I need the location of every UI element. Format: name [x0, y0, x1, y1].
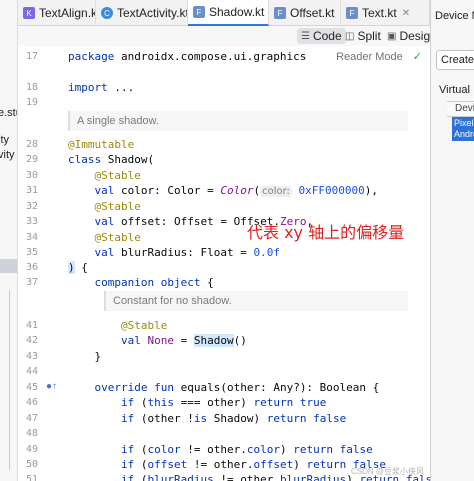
code-line: val color: Color = Color(color: 0xFF0000…	[94, 184, 379, 197]
line-number: 50	[25, 459, 38, 470]
code-line: @Stable	[94, 231, 141, 244]
line-number: 51	[25, 474, 38, 481]
line-number: 46	[25, 397, 38, 408]
line-number: 41	[25, 320, 38, 331]
code-line: import ...	[68, 81, 135, 94]
project-item[interactable]: vity	[0, 149, 15, 161]
line-number: 36	[25, 262, 38, 273]
kotlin-file-icon: F	[274, 7, 286, 19]
project-item[interactable]: ity	[0, 134, 9, 146]
tab-label: Offset.kt	[290, 6, 335, 20]
code-line: @Immutable	[68, 138, 135, 151]
code-line: if (this === other) return true	[120, 396, 327, 409]
tab-virtual[interactable]: Virtual	[439, 84, 470, 96]
line-number: 37	[25, 277, 38, 288]
panel-title: Device Ma	[435, 10, 474, 22]
tab-text[interactable]: F Text.kt ✕	[341, 0, 430, 26]
line-number: 48	[25, 428, 38, 439]
line-number: 18	[25, 82, 38, 93]
line-number: 28	[25, 139, 38, 150]
device-row-selected[interactable]: Pixel Andro	[452, 117, 474, 141]
tab-textalign[interactable]: K TextAlign.kt ✕	[18, 0, 96, 26]
tab-label: TextActivity.kt	[117, 6, 188, 20]
code-line: @Stable	[94, 200, 141, 213]
line-number: 17	[25, 51, 38, 62]
device-column-header[interactable]: Devi	[447, 101, 474, 117]
code-icon: ☰	[301, 30, 310, 42]
tab-offset[interactable]: F Offset.kt ✕	[269, 0, 341, 26]
editor-tab-bar: K TextAlign.kt ✕ C TextActivity.kt ✕ F S…	[18, 0, 430, 26]
compose-file-icon: K	[23, 7, 35, 19]
tab-label: TextAlign.kt	[39, 6, 96, 20]
code-line: val blurRadius: Float = 0.0f	[94, 246, 280, 259]
kotlin-file-icon: F	[346, 7, 358, 19]
design-icon: ▣	[387, 30, 397, 42]
line-number: 47	[25, 413, 38, 424]
doc-comment: A single shadow.	[68, 111, 408, 131]
project-tree-panel[interactable]: e.stu ity vity	[0, 0, 18, 481]
kotlin-file-icon: F	[193, 6, 205, 18]
parameter-hint: color:	[260, 186, 292, 197]
device-manager-panel: Device Ma Create Virtual Devi Pixel Andr…	[431, 0, 474, 481]
code-line: @Stable	[120, 319, 168, 332]
split-icon: ◫	[345, 30, 355, 42]
line-number: 32	[25, 201, 38, 212]
watermark: CSDN @豆浆小侠风	[350, 467, 424, 476]
code-line: }	[94, 350, 102, 363]
line-number: 35	[25, 247, 38, 258]
code-editor[interactable]: Reader Mode ✓ package androidx.compose.u…	[64, 46, 430, 481]
device-subtitle: Andro	[454, 129, 474, 139]
view-mode-bar: ☰ Code ◫ Split ▣ Design	[18, 26, 437, 46]
code-line: if (color != other.color) return false	[120, 443, 373, 456]
tab-textactivity[interactable]: C TextActivity.kt ✕	[96, 0, 188, 26]
line-number: 42	[25, 335, 38, 346]
line-number: 45	[25, 382, 38, 393]
code-line: if (offset != other.offset) return false	[120, 458, 386, 471]
code-line: val None = Shadow()	[120, 334, 247, 347]
code-line: companion object {	[94, 276, 214, 289]
override-marker-icon[interactable]: ●↑	[46, 381, 57, 392]
code-line: @Stable	[94, 169, 141, 182]
line-number: 29	[25, 154, 38, 165]
code-line: package androidx.compose.ui.graphics	[68, 50, 307, 63]
reader-mode-toggle[interactable]: Reader Mode ✓	[336, 50, 422, 64]
line-number: 19	[25, 97, 38, 108]
line-number: 30	[25, 170, 38, 181]
tab-shadow[interactable]: F Shadow.kt ✕	[188, 0, 269, 26]
line-number: 33	[25, 216, 38, 227]
tab-label: Text.kt	[362, 6, 397, 20]
code-line: if (other !is Shadow) return false	[120, 412, 347, 425]
check-icon: ✓	[412, 51, 422, 63]
line-number: 49	[25, 444, 38, 455]
split-view-button[interactable]: ◫ Split	[341, 28, 385, 44]
code-line: ) {	[68, 261, 88, 274]
class-file-icon: C	[101, 7, 113, 19]
line-number: 34	[25, 232, 38, 243]
line-number-gutter: 17 18 19 28 29 30 31 32 33 34 35 36 37 4…	[18, 46, 64, 481]
device-name: Pixel	[454, 118, 474, 128]
line-number: 43	[25, 351, 38, 362]
selected-tree-item[interactable]	[0, 259, 17, 273]
code-view-button[interactable]: ☰ Code	[297, 28, 346, 44]
code-line: override fun equals(other: Any?): Boolea…	[94, 381, 380, 394]
tab-label: Shadow.kt	[209, 5, 265, 19]
doc-comment: Constant for no shadow.	[104, 291, 408, 311]
close-icon[interactable]: ✕	[402, 8, 410, 19]
tree-guide-line	[9, 290, 10, 470]
line-number: 44	[25, 366, 38, 377]
offset-annotation: 代表 xy 轴上的偏移量	[247, 223, 405, 242]
project-item[interactable]: e.stu	[0, 107, 17, 119]
code-line: class Shadow(	[68, 153, 155, 166]
line-number: 31	[25, 185, 38, 196]
create-device-button[interactable]: Create	[436, 50, 474, 70]
